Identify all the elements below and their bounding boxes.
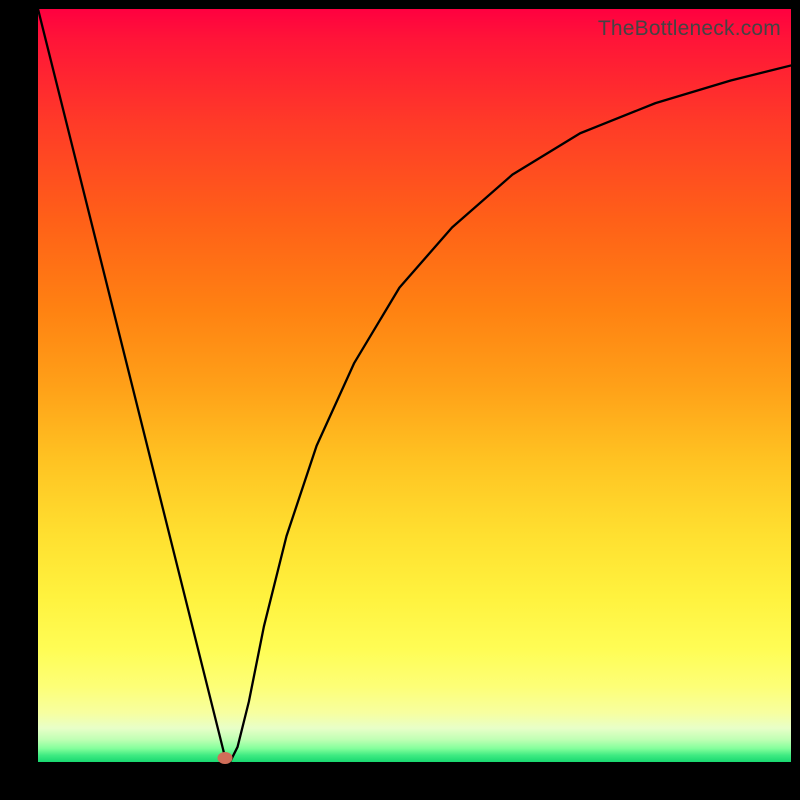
curve-svg	[38, 9, 791, 762]
watermark-text: TheBottleneck.com	[598, 17, 781, 41]
plot-area: TheBottleneck.com	[38, 9, 791, 762]
minimum-marker-dot	[217, 752, 232, 764]
bottleneck-curve-path	[38, 9, 791, 762]
chart-frame: TheBottleneck.com	[0, 0, 800, 800]
